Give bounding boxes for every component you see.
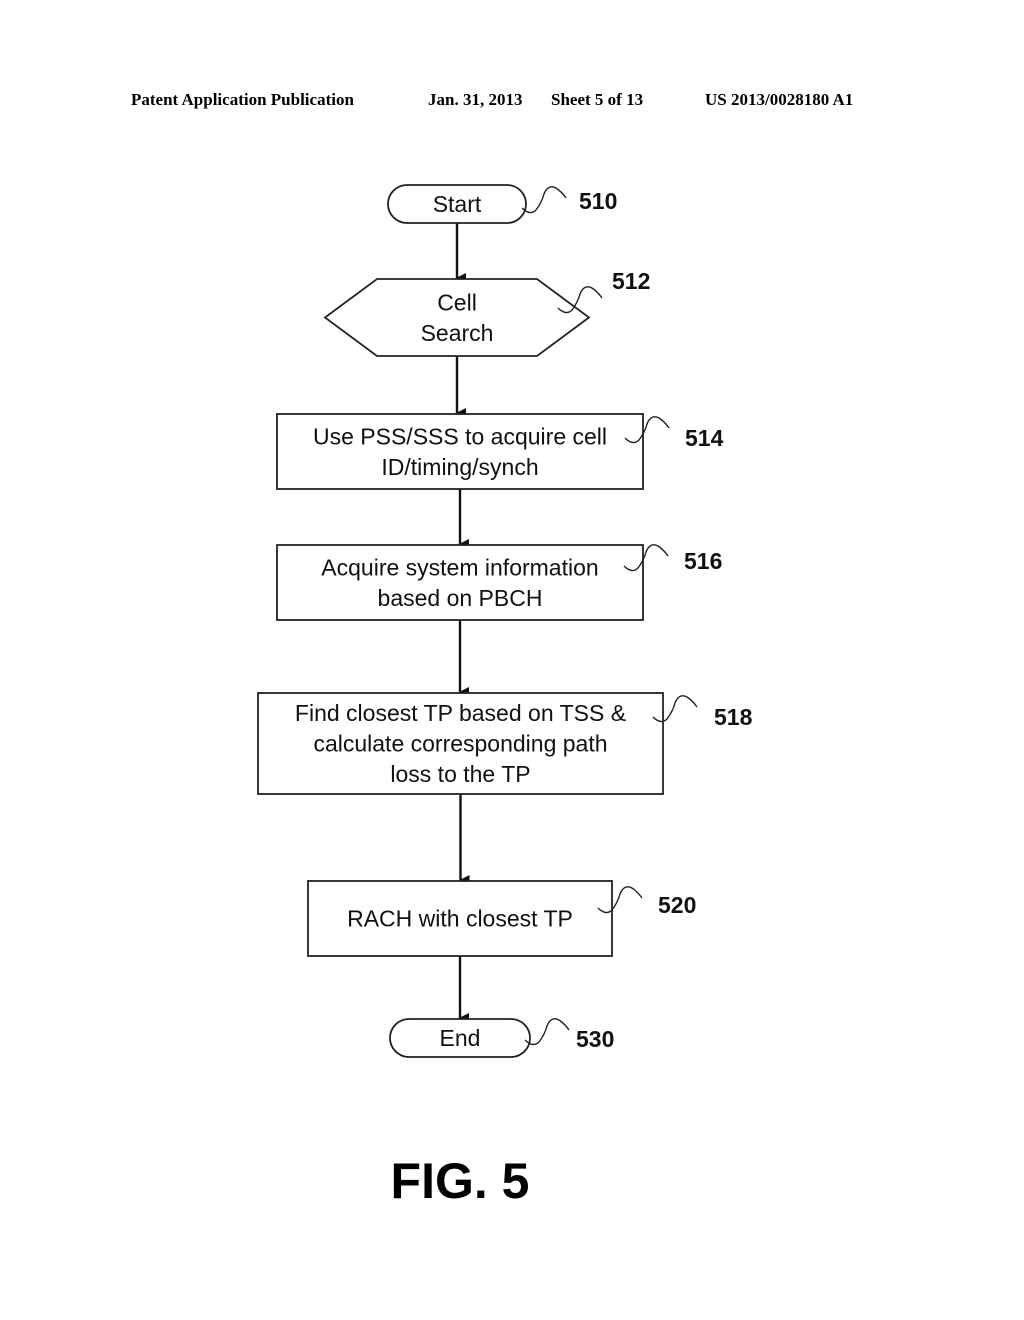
flow-node-518: Find closest TP based on TSS & calculate … <box>257 692 664 795</box>
node-text-line: Use PSS/SSS to acquire cell <box>313 423 607 449</box>
node-text-line: Cell <box>437 289 477 315</box>
node-text-line: Search <box>421 320 494 346</box>
reference-numeral-510: 510 <box>579 188 617 214</box>
node-text-line: End <box>440 1025 481 1051</box>
leader-line <box>521 186 567 214</box>
flowchart: Start Cell Search Use PSS/SSS to acquire ce… <box>257 184 753 1209</box>
node-text-line: loss to the TP <box>390 761 530 787</box>
reference-numeral-520: 520 <box>658 892 696 918</box>
flow-node-520: RACH with closest TP <box>307 880 613 957</box>
node-text-line: Acquire system information <box>321 554 598 580</box>
flow-node-512: Cell Search <box>323 278 591 357</box>
reference-numeral-512: 512 <box>612 268 650 294</box>
reference-numeral-518: 518 <box>714 704 753 730</box>
node-text-line: ID/timing/synch <box>381 454 538 480</box>
reference-numeral-514: 514 <box>685 425 724 451</box>
reference-numeral-530: 530 <box>576 1026 614 1052</box>
node-text-line: based on PBCH <box>378 585 543 611</box>
node-text-line: Start <box>433 191 482 217</box>
figure-label: FIG. 5 <box>391 1153 530 1209</box>
leader-line <box>524 1018 570 1046</box>
flow-node-514: Use PSS/SSS to acquire cell ID/timing/syn… <box>276 413 644 490</box>
flow-node-530: End <box>389 1018 531 1058</box>
flow-node-510: Start <box>387 184 527 224</box>
node-text-line: Find closest TP based on TSS & <box>295 700 626 726</box>
node-text-line: RACH with closest TP <box>347 906 573 932</box>
node-text-line: calculate corresponding path <box>313 731 607 757</box>
flow-node-516: Acquire system information based on PBCH <box>276 544 644 621</box>
reference-numeral-516: 516 <box>684 548 722 574</box>
